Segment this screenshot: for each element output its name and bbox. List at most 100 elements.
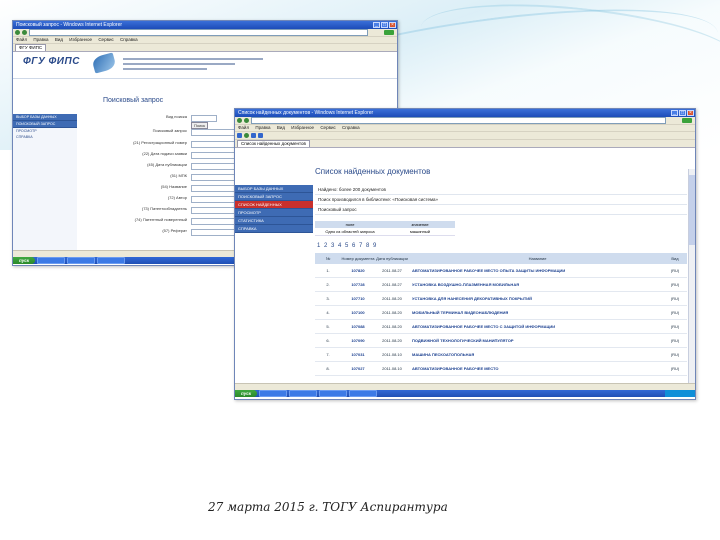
pagination[interactable]: 1 2 3 4 5 6 7 8 9 [317,243,377,249]
menu-item[interactable]: Избранное [291,125,314,130]
nav-item[interactable]: ВЫБОР БАЗЫ ДАННЫХ [13,114,77,121]
doc-number-link[interactable]: 107031 [341,352,375,357]
site-header: ФГУ ФИПС [13,52,397,79]
table-cell: Одно из областей запроса [325,229,375,234]
table-row[interactable]: 7. 107031 2011.08.10 МАШИНА ПЕСКОАТОПОЛЬНАЯ… [315,348,687,362]
doc-number-link[interactable]: 107820 [341,268,375,273]
menu-item[interactable]: Правка [33,37,48,42]
doc-number-link[interactable]: 107728 [341,282,375,287]
row-number: 7. [326,352,330,357]
results-summary: Найдено: более 200 документов Поиск прои… [315,185,687,215]
menu-item[interactable]: Правка [255,125,270,130]
close-button[interactable]: × [389,22,396,28]
system-tray [665,390,695,397]
search-type-select[interactable] [191,115,217,122]
doc-title-link[interactable]: ПОДВИЖНОЙ ТЕХНОЛОГИЧЕСКИЙ МАНИПУЛЯТОР [409,338,663,343]
menu-item[interactable]: Файл [16,37,27,42]
browser-tab[interactable]: Список найденных документов [237,140,310,147]
site-logo[interactable]: ФГУ ФИПС [23,56,80,67]
doc-title-link[interactable]: АВТОМАТИЗИРОВАННОЕ РАБОЧЕЕ МЕСТО С ЗАЩИТ… [409,324,663,329]
taskbar-item[interactable] [67,257,95,264]
add-favorite-icon[interactable] [244,133,249,138]
doc-title-link[interactable]: МОБИЛЬНЫЙ ТЕРМИНАЛ ВИДЕОНАБЛЮДЕНИЯ [409,310,663,315]
taskbar-item[interactable] [259,390,287,397]
row-number: 2. [326,282,330,287]
nav-item[interactable]: ПРОСМОТР [235,209,313,217]
window-titlebar[interactable]: Список найденных документов - Windows In… [235,109,695,117]
row-number: 3. [326,296,330,301]
favorites-icon[interactable] [237,133,242,138]
minimize-button[interactable]: _ [373,22,380,28]
info-line: Найдено: более 200 документов [315,185,687,195]
doc-number-link[interactable]: 107090 [341,338,375,343]
table-row[interactable]: 2. 107728 2011.08.27 УСТАНОВКА ВОЗДУШНО-ПЛА… [315,278,687,292]
row-number: 1. [326,268,330,273]
home-icon[interactable] [251,133,256,138]
nav-item-active[interactable]: СПИСОК НАЙДЕННЫХ [235,201,313,209]
doc-type: (RU) [670,324,680,329]
left-nav: ВЫБОР БАЗЫ ДАННЫХ ПОИСКОВЫЙ ЗАПРОС ПРОСМ… [13,114,77,254]
menu-item[interactable]: Сервис [98,37,113,42]
menu-item[interactable]: Вид [55,37,63,42]
search-button[interactable]: Поиск [191,122,209,129]
field-label: (54) Название [160,184,187,189]
doc-title-link[interactable]: АВТОМАТИЗИРОВАННОЕ РАБОЧЕЕ МЕСТО ОПЫТА З… [409,268,663,273]
minimize-button[interactable]: _ [671,110,678,116]
menu-item[interactable]: Справка [120,37,138,42]
nav-item[interactable]: СПРАВКА [13,134,77,140]
window-titlebar[interactable]: Поисковый запрос - Windows Internet Expl… [13,21,397,29]
forward-icon[interactable] [22,30,27,35]
maximize-button[interactable]: □ [381,22,388,28]
doc-title-link[interactable]: АВТОМАТИЗИРОВАННОЕ РАБОЧЕЕ МЕСТО [409,366,663,371]
maximize-button[interactable]: □ [679,110,686,116]
taskbar-item[interactable] [37,257,65,264]
back-icon[interactable] [237,118,242,123]
back-icon[interactable] [15,30,20,35]
nav-item[interactable]: ВЫБОР БАЗЫ ДАННЫХ [235,185,313,193]
doc-title-link[interactable]: МАШИНА ПЕСКОАТОПОЛЬНАЯ [409,352,663,357]
table-row[interactable]: 5. 107088 2011.08.20 АВТОМАТИЗИРОВАННОЕ РАБ… [315,320,687,334]
taskbar-item[interactable] [289,390,317,397]
table-row[interactable]: 3. 107710 2011.08.20 УСТАНОВКА ДЛЯ НАНЕСЕНИ… [315,292,687,306]
menu-item[interactable]: Сервис [320,125,335,130]
doc-number-link[interactable]: 107710 [341,296,375,301]
doc-number-link[interactable]: 107027 [341,366,375,371]
table-row[interactable]: 4. 107100 2011.08.20 МОБИЛЬНЫЙ ТЕРМИНАЛ ВИД… [315,306,687,320]
column-header: Вид [671,256,679,261]
nav-item[interactable]: ПОИСКОВЫЙ ЗАПРОС [235,193,313,201]
close-button[interactable]: × [687,110,694,116]
nav-item[interactable]: ПОИСКОВЫЙ ЗАПРОС [13,121,77,128]
pub-date: 2011.08.10 [382,366,402,371]
forward-icon[interactable] [244,118,249,123]
table-row[interactable]: 8. 107027 2011.08.10 АВТОМАТИЗИРОВАННОЕ РАБ… [315,362,687,376]
page-title: Список найденных документов [315,167,431,176]
start-button[interactable]: пуск [235,390,257,397]
nav-item[interactable]: СПРАВКА [235,225,313,233]
doc-title-link[interactable]: УСТАНОВКА ДЛЯ НАНЕСЕНИЯ ДЕКОРАТИВНЫХ ПОК… [409,296,663,301]
start-button[interactable]: пуск [13,257,35,264]
table-row[interactable]: 1. 107820 2011.08.27 АВТОМАТИЗИРОВАННОЕ РАБ… [315,264,687,278]
doc-number-link[interactable]: 107088 [341,324,375,329]
taskbar-item[interactable] [319,390,347,397]
taskbar-item[interactable] [97,257,125,264]
table-row[interactable]: 6. 107090 2011.08.20 ПОДВИЖНОЙ ТЕХНОЛОГИЧЕС… [315,334,687,348]
doc-number-link[interactable]: 107100 [341,310,375,315]
menu-item[interactable]: Вид [277,125,285,130]
toolbar [235,132,695,140]
print-icon[interactable] [258,133,263,138]
go-button[interactable] [682,118,692,123]
address-input[interactable] [29,29,368,36]
menu-item[interactable]: Избранное [69,37,92,42]
address-input[interactable] [251,117,666,124]
menu-item[interactable]: Справка [342,125,360,130]
doc-title-link[interactable]: УСТАНОВКА ВОЗДУШНО-ПЛАЗМЕННАЯ МОБИЛЬНАЯ [409,282,663,287]
browser-tab[interactable]: ФГУ ФИПС [15,44,47,51]
info-line: Поисковый запрос [315,205,687,215]
menu-item[interactable]: Файл [238,125,249,130]
scroll-thumb[interactable] [689,175,695,245]
field-label: (57) Реферат [162,228,187,233]
vertical-scrollbar[interactable] [688,169,695,383]
taskbar-item[interactable] [349,390,377,397]
go-button[interactable] [384,30,394,35]
nav-item[interactable]: СТАТИСТИКА [235,217,313,225]
